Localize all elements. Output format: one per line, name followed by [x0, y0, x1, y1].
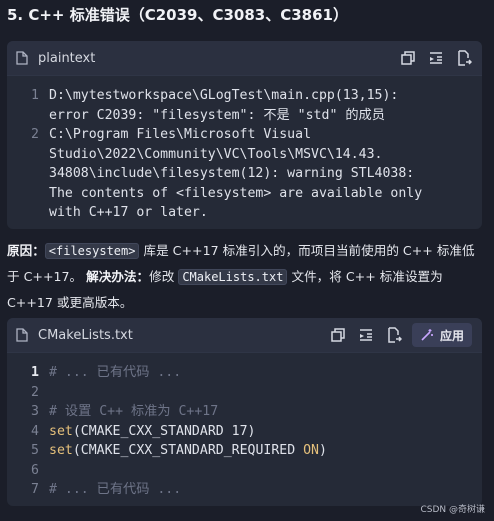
copy-icon[interactable]: [400, 50, 416, 66]
line-number: 5: [31, 443, 39, 458]
line-number: 3: [31, 404, 39, 419]
code-block-header: plaintext: [7, 41, 482, 76]
code-line: Studio\2022\Community\VC\Tools\MSVC\14.4…: [7, 145, 482, 165]
code-block-plaintext: plaintext 1 D:\mytestworkspace\GLogTest\m…: [7, 41, 482, 229]
copy-icon[interactable]: [330, 327, 346, 343]
fix-text-1: 修改: [149, 269, 179, 284]
code-text: 34808\include\filesystem(12): warning ST…: [49, 166, 415, 181]
insert-icon[interactable]: [428, 50, 444, 66]
line-number: 6: [31, 462, 39, 478]
code-line: 3 # 设置 C++ 标准为 C++17: [7, 402, 482, 422]
code-line: 2 C:\Program Files\Microsoft Visual: [7, 125, 482, 145]
code-block-cmake: CMakeLists.txt 应用 1 # ... 已有代码 ... 2 3 # 设置…: [7, 318, 482, 506]
code-content: 1 # ... 已有代码 ... 2 3 # 设置 C++ 标准为 C++17 4 set…: [7, 353, 482, 500]
line-number: [7, 164, 49, 184]
line-number: [7, 203, 49, 223]
code-line: 7 # ... 已有代码 ...: [7, 480, 482, 500]
line-number: [7, 106, 49, 126]
line-number: [7, 184, 49, 204]
apply-button-label: 应用: [439, 328, 464, 343]
line-number: 7: [31, 482, 39, 497]
code-paren: ): [247, 423, 256, 439]
code-line: 6: [7, 461, 482, 481]
code-comment: # 设置 C++ 标准为 C++17: [49, 404, 219, 419]
line-number: [7, 145, 49, 165]
code-text: with C++17 or later.: [49, 205, 208, 220]
code-line: error C2039: "filesystem": 不是 "std" 的成员: [7, 106, 482, 126]
code-line: The contents of <filesystem> are availab…: [7, 184, 482, 204]
code-text: Studio\2022\Community\VC\Tools\MSVC\14.4…: [49, 146, 383, 162]
file-icon: [16, 328, 28, 342]
code-line: 1 # ... 已有代码 ...: [7, 363, 482, 383]
apply-button[interactable]: 应用: [411, 323, 472, 347]
watermark: CSDN @奇树谦: [420, 505, 485, 515]
code-paren: ): [318, 443, 327, 458]
code-line: with C++17 or later.: [7, 203, 482, 223]
line-number: 1: [31, 88, 39, 103]
line-number: 2: [31, 127, 39, 142]
code-line: 4 set(CMAKE_CXX_STANDARD 17): [7, 422, 482, 442]
explanation-paragraph: 原因： <filesystem> 库是 C++17 标准引入的，而项目当前使用的 …: [7, 238, 485, 315]
code-line: 1 D:\mytestworkspace\GLogTest\main.cpp(13…: [7, 86, 482, 106]
code-paren: (: [72, 443, 81, 458]
line-number: 1: [31, 365, 39, 380]
line-number: 4: [31, 423, 39, 439]
code-args: CMAKE_CXX_STANDARD_REQUIRED: [80, 443, 304, 458]
cause-label: 原因: [7, 243, 33, 258]
code-comment: # ... 已有代码 ...: [49, 482, 182, 497]
export-icon[interactable]: [456, 50, 472, 66]
code-comment: # ... 已有代码 ...: [49, 365, 182, 380]
apply-icon: [421, 329, 433, 341]
code-keyword: ON: [303, 443, 319, 458]
code-function: set: [49, 423, 73, 439]
code-line: 34808\include\filesystem(12): warning ST…: [7, 164, 482, 184]
code-function: set: [49, 443, 73, 458]
code-text: error C2039: "filesystem": 不是 "std" 的成员: [49, 107, 385, 123]
code-line: 5 set(CMAKE_CXX_STANDARD_REQUIRED ON): [7, 441, 482, 461]
code-content: 1 D:\mytestworkspace\GLogTest\main.cpp(13…: [7, 76, 482, 223]
line-number: 2: [31, 384, 39, 400]
cause-colon: ：: [32, 243, 45, 258]
inline-code-cmakelists: CMakeLists.txt: [178, 269, 288, 285]
code-text: C:\Program Files\Microsoft Visual: [49, 127, 312, 142]
fix-colon: ：: [136, 269, 150, 284]
fix-label: 解决办法: [86, 269, 137, 284]
export-icon[interactable]: [386, 327, 402, 343]
inline-code-filesystem: <filesystem>: [44, 243, 140, 259]
code-args: CMAKE_CXX_STANDARD 17: [80, 423, 248, 439]
file-icon: [16, 51, 28, 65]
insert-icon[interactable]: [358, 327, 374, 343]
code-language-label: plaintext: [38, 50, 96, 66]
code-line: 2: [7, 383, 482, 403]
code-text: D:\mytestworkspace\GLogTest\main.cpp(13,…: [49, 88, 399, 103]
code-text: The contents of <filesystem> are availab…: [49, 185, 423, 201]
code-paren: (: [72, 423, 81, 439]
code-filename-label: CMakeLists.txt: [38, 327, 133, 343]
section-heading: 5. C++ 标准错误（C2039、C3083、C3861）: [7, 6, 348, 24]
code-block-header: CMakeLists.txt 应用: [7, 318, 482, 353]
